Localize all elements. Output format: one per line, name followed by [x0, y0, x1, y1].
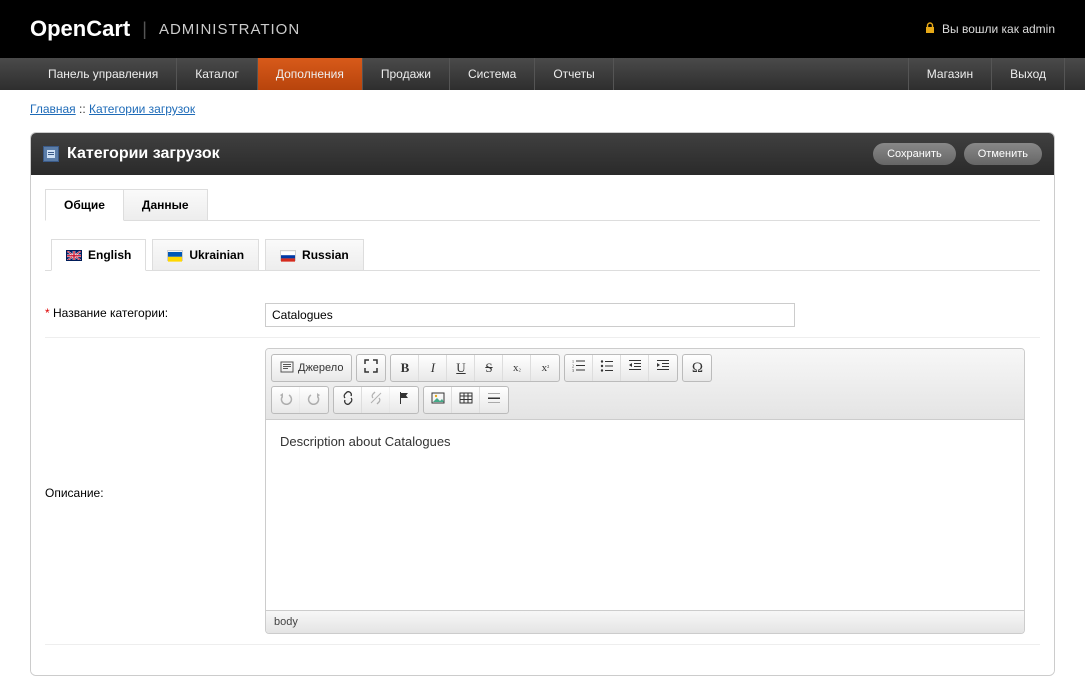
unlink-button[interactable]: [362, 387, 390, 413]
breadcrumb: Главная :: Категории загрузок: [0, 90, 1085, 132]
undo-icon: [279, 391, 293, 409]
language-tabs: English Ukrainian Russian: [45, 239, 1040, 271]
box-header: Категории загрузок Сохранить Отменить: [31, 133, 1054, 175]
nav-logout[interactable]: Выход: [992, 58, 1065, 90]
flag-icon: [397, 391, 411, 409]
superscript-button[interactable]: x²: [531, 355, 559, 381]
anchor-button[interactable]: [390, 387, 418, 413]
page-icon: [43, 146, 59, 162]
box-body: Общие Данные English Ukrainian Russian *…: [31, 175, 1054, 675]
bullet-list-button[interactable]: [593, 355, 621, 381]
unlink-icon: [369, 391, 383, 409]
main-nav: Панель управления Каталог Дополнения Про…: [0, 58, 1085, 90]
outdent-button[interactable]: [621, 355, 649, 381]
admin-label: ADMINISTRATION: [159, 21, 300, 38]
underline-button[interactable]: U: [447, 355, 475, 381]
lang-label: Ukrainian: [189, 248, 244, 262]
lang-tab-english[interactable]: English: [51, 239, 146, 271]
lang-tab-ukrainian[interactable]: Ukrainian: [152, 239, 259, 270]
maximize-button[interactable]: [357, 355, 385, 381]
app-header: OpenCart | ADMINISTRATION Вы вошли как a…: [0, 0, 1085, 58]
outdent-icon: [628, 359, 642, 377]
special-char-button[interactable]: Ω: [683, 355, 711, 381]
category-name-input[interactable]: [265, 303, 795, 327]
lock-icon: [924, 22, 936, 37]
image-button[interactable]: [424, 387, 452, 413]
flag-en-icon: [66, 250, 82, 261]
indent-icon: [656, 359, 670, 377]
editor-path[interactable]: body: [266, 610, 1024, 633]
link-button[interactable]: [334, 387, 362, 413]
italic-button[interactable]: I: [419, 355, 447, 381]
breadcrumb-home[interactable]: Главная: [30, 102, 76, 116]
lang-label: Russian: [302, 248, 349, 262]
lang-tab-russian[interactable]: Russian: [265, 239, 364, 270]
flag-ru-icon: [280, 250, 296, 261]
hr-icon: [487, 391, 501, 409]
save-button[interactable]: Сохранить: [873, 143, 956, 165]
strike-button[interactable]: S: [475, 355, 503, 381]
required-mark: *: [45, 306, 53, 320]
image-icon: [431, 391, 445, 409]
content-box: Категории загрузок Сохранить Отменить Об…: [30, 132, 1055, 676]
hr-button[interactable]: [480, 387, 508, 413]
ul-icon: [600, 359, 614, 377]
redo-button[interactable]: [300, 387, 328, 413]
ol-icon: 123: [572, 359, 586, 377]
undo-button[interactable]: [272, 387, 300, 413]
page-title: Категории загрузок: [67, 145, 220, 163]
header-login-info: Вы вошли как admin: [924, 22, 1055, 37]
indent-button[interactable]: [649, 355, 677, 381]
table-button[interactable]: [452, 387, 480, 413]
nav-store[interactable]: Магазин: [908, 58, 992, 90]
login-text: Вы вошли как admin: [942, 22, 1055, 36]
numbered-list-button[interactable]: 123: [565, 355, 593, 381]
source-button[interactable]: Джерело: [272, 355, 351, 381]
nav-dashboard[interactable]: Панель управления: [30, 58, 177, 90]
tab-data[interactable]: Данные: [123, 189, 208, 220]
row-description: Описание: Джерело B I U S x₂: [45, 338, 1040, 645]
nav-reports[interactable]: Отчеты: [535, 58, 613, 90]
nav-sales[interactable]: Продажи: [363, 58, 450, 90]
breadcrumb-current[interactable]: Категории загрузок: [89, 102, 195, 116]
redo-icon: [307, 391, 321, 409]
editor-content[interactable]: Description about Catalogues: [266, 420, 1024, 610]
subscript-button[interactable]: x₂: [503, 355, 531, 381]
breadcrumb-sep: ::: [79, 102, 86, 116]
table-icon: [459, 391, 473, 409]
logo-separator: |: [142, 19, 147, 40]
svg-text:3: 3: [572, 368, 574, 373]
editor-toolbar: Джерело B I U S x₂ x² 123: [266, 349, 1024, 420]
tab-general[interactable]: Общие: [45, 189, 124, 221]
bold-button[interactable]: B: [391, 355, 419, 381]
label-category-name: * Название категории:: [45, 303, 265, 320]
row-category-name: * Название категории:: [45, 293, 1040, 338]
wysiwyg-editor: Джерело B I U S x₂ x² 123: [265, 348, 1025, 634]
link-icon: [341, 391, 355, 409]
nav-system[interactable]: Система: [450, 58, 535, 90]
logo: OpenCart: [30, 16, 130, 42]
cancel-button[interactable]: Отменить: [964, 143, 1042, 165]
lang-label: English: [88, 248, 131, 262]
nav-extensions[interactable]: Дополнения: [258, 58, 363, 90]
source-icon: [280, 360, 294, 377]
nav-catalog[interactable]: Каталог: [177, 58, 258, 90]
flag-ua-icon: [167, 250, 183, 261]
tabs: Общие Данные: [45, 189, 1040, 221]
maximize-icon: [364, 359, 378, 377]
label-description: Описание:: [45, 483, 265, 500]
